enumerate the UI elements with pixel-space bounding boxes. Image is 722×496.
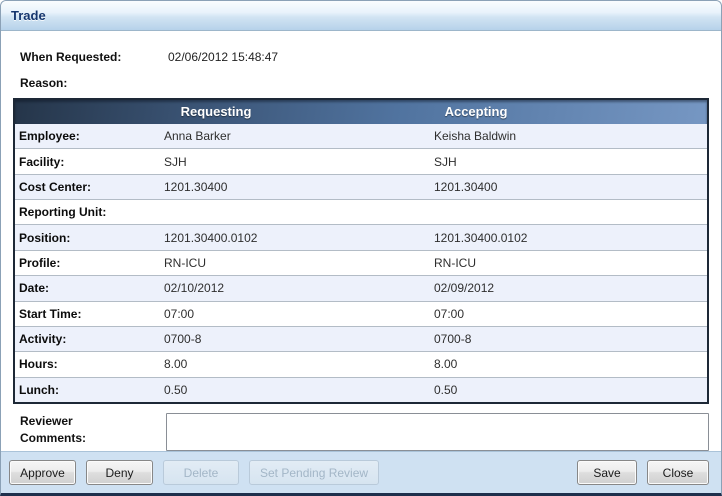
when-requested-value: 02/06/2012 15:48:47 [168, 45, 278, 69]
requesting-value: 02/10/2012 [164, 281, 434, 295]
when-requested-row: When Requested: 02/06/2012 15:48:47 [20, 45, 709, 69]
table-row: Position:1201.30400.01021201.30400.0102 [15, 225, 707, 250]
row-label: Hours: [19, 357, 164, 371]
title-bar[interactable]: Trade [1, 1, 721, 31]
accepting-value: 07:00 [434, 307, 707, 321]
row-label: Activity: [19, 332, 164, 346]
table-row: Lunch:0.500.50 [15, 378, 707, 402]
accepting-value: 1201.30400.0102 [434, 231, 707, 245]
save-button[interactable]: Save [577, 460, 637, 485]
close-button[interactable]: Close [647, 460, 709, 485]
reviewer-comments-label: Reviewer Comments: [20, 413, 166, 451]
reviewer-comments-input[interactable] [166, 413, 709, 451]
trade-dialog: Trade When Requested: 02/06/2012 15:48:4… [0, 0, 722, 496]
accepting-value: 0.50 [434, 383, 707, 397]
column-header-requesting: Requesting [181, 100, 252, 124]
table-row: Facility:SJHSJH [15, 149, 707, 174]
reason-row: Reason: [20, 71, 709, 95]
window-title: Trade [11, 8, 46, 23]
column-header-accepting: Accepting [445, 100, 508, 124]
table-row: Activity:0700-80700-8 [15, 327, 707, 352]
row-label: Reporting Unit: [19, 205, 164, 219]
accepting-value: 1201.30400 [434, 180, 707, 194]
requesting-value: 07:00 [164, 307, 434, 321]
dialog-content: When Requested: 02/06/2012 15:48:47 Reas… [1, 31, 721, 451]
reason-label: Reason: [20, 71, 168, 95]
reviewer-comments-row: Reviewer Comments: [20, 413, 709, 451]
trade-table-body: Employee:Anna BarkerKeisha BaldwinFacili… [15, 124, 707, 402]
footer-left-buttons: Approve Deny Delete Set Pending Review [9, 460, 389, 485]
when-requested-label: When Requested: [20, 45, 168, 69]
trade-table: Requesting Accepting Employee:Anna Barke… [13, 98, 709, 404]
accepting-value: 8.00 [434, 357, 707, 371]
requesting-value: 8.00 [164, 357, 434, 371]
row-label: Cost Center: [19, 180, 164, 194]
footer-button-bar: Approve Deny Delete Set Pending Review Save… [1, 451, 721, 493]
requesting-value: RN-ICU [164, 256, 434, 270]
row-label: Profile: [19, 256, 164, 270]
set-pending-review-button: Set Pending Review [249, 460, 379, 485]
requesting-value: 0.50 [164, 383, 434, 397]
table-row: Reporting Unit: [15, 200, 707, 225]
requesting-value: SJH [164, 155, 434, 169]
table-row: Profile:RN-ICURN-ICU [15, 251, 707, 276]
footer-right-buttons: Save Close [577, 460, 709, 485]
deny-button[interactable]: Deny [86, 460, 153, 485]
row-label: Start Time: [19, 307, 164, 321]
requesting-value: Anna Barker [164, 129, 434, 143]
accepting-value: 0700-8 [434, 332, 707, 346]
table-row: Employee:Anna BarkerKeisha Baldwin [15, 124, 707, 149]
accepting-value: 02/09/2012 [434, 281, 707, 295]
row-label: Lunch: [19, 383, 164, 397]
row-label: Date: [19, 281, 164, 295]
row-label: Position: [19, 231, 164, 245]
requesting-value: 1201.30400 [164, 180, 434, 194]
table-row: Start Time:07:0007:00 [15, 302, 707, 327]
accepting-value: SJH [434, 155, 707, 169]
requesting-value: 0700-8 [164, 332, 434, 346]
table-row: Date:02/10/201202/09/2012 [15, 276, 707, 301]
row-label: Facility: [19, 155, 164, 169]
table-header: Requesting Accepting [15, 100, 707, 124]
row-label: Employee: [19, 129, 164, 143]
table-row: Cost Center:1201.304001201.30400 [15, 175, 707, 200]
accepting-value: Keisha Baldwin [434, 129, 707, 143]
delete-button: Delete [163, 460, 239, 485]
requesting-value: 1201.30400.0102 [164, 231, 434, 245]
approve-button[interactable]: Approve [9, 460, 76, 485]
accepting-value: RN-ICU [434, 256, 707, 270]
table-row: Hours:8.008.00 [15, 352, 707, 377]
